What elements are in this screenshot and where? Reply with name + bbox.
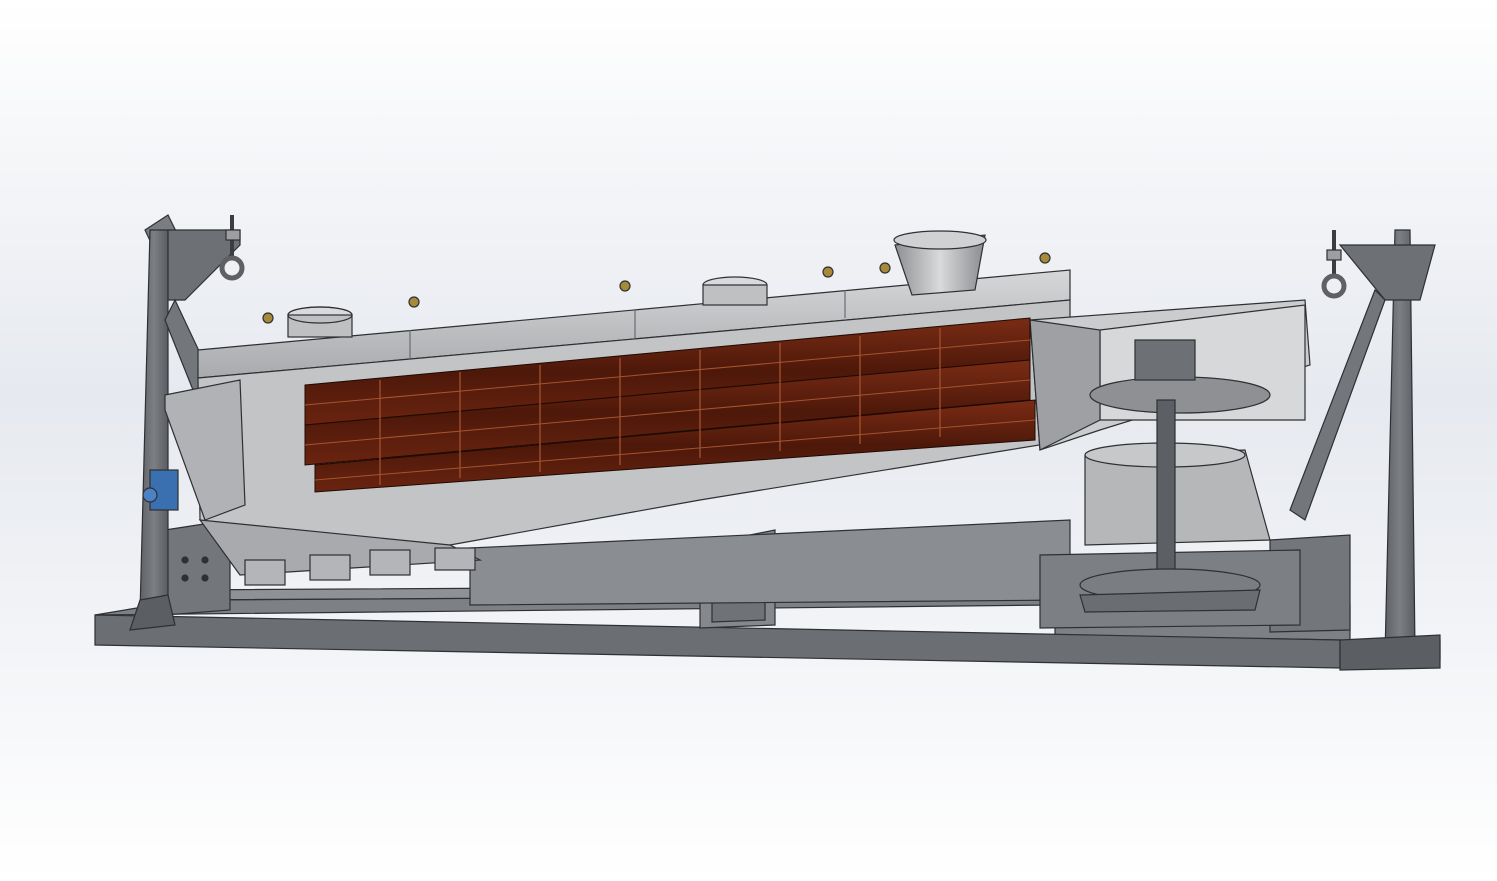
cad-viewport[interactable] (0, 0, 1497, 881)
sifter-3d-model[interactable] (0, 0, 1497, 881)
drive-head (1134, 339, 1196, 381)
inspection-port-2 (702, 276, 768, 306)
inspection-port-1 (287, 306, 353, 338)
